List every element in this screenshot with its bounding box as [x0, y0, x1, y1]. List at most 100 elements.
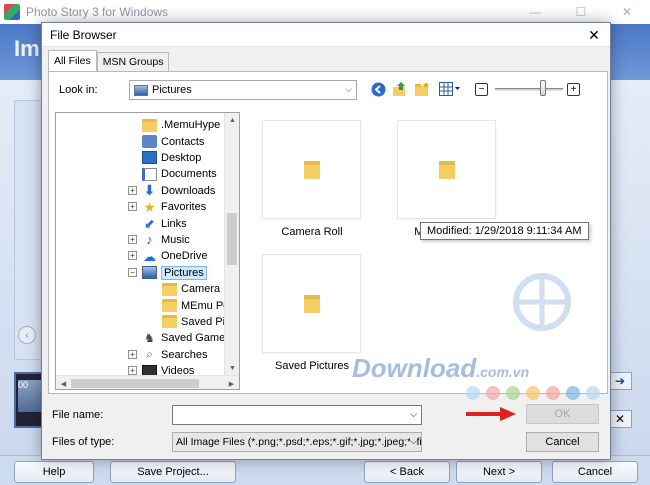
zoom-in-icon[interactable]: +: [567, 83, 580, 96]
folder-icon: [142, 118, 157, 132]
tree-item-searches[interactable]: + ⌕ Searches: [128, 347, 208, 363]
scroll-left-icon[interactable]: ◀: [56, 376, 71, 389]
left-panel: [14, 100, 44, 360]
expand-icon[interactable]: +: [128, 202, 137, 211]
tree-item-music[interactable]: + ♪ Music: [128, 232, 190, 248]
pictures-icon: [142, 266, 157, 280]
watermark-dot: [526, 386, 540, 400]
look-in-value: Pictures: [152, 84, 192, 96]
collapse-icon[interactable]: −: [128, 267, 137, 277]
tree-horizontal-scrollbar[interactable]: ◀ ▶: [56, 375, 239, 389]
next-button[interactable]: Next >: [456, 461, 542, 483]
tree-item-pictures[interactable]: − Pictures: [128, 265, 207, 281]
scroll-up-icon[interactable]: ▲: [225, 113, 239, 127]
tree-item-label: Searches: [161, 348, 208, 361]
chevron-down-icon[interactable]: ⌵: [410, 409, 417, 420]
tree-item-folder[interactable]: Camera F: [162, 281, 230, 297]
cancel-button[interactable]: Cancel: [526, 432, 599, 452]
scroll-down-icon[interactable]: ▼: [225, 361, 239, 375]
tree-item-folder[interactable]: Saved Pic: [162, 314, 231, 330]
close-icon[interactable]: ✕: [604, 0, 650, 24]
tree-item-label: Links: [161, 217, 187, 230]
arrow-right-icon: ➔: [614, 374, 626, 388]
tab-all-files[interactable]: All Files: [48, 50, 97, 71]
zoom-slider-thumb[interactable]: [539, 80, 546, 96]
file-name-input[interactable]: ⌵: [172, 405, 422, 425]
scroll-thumb[interactable]: [71, 379, 199, 388]
file-label[interactable]: Camera Roll: [252, 226, 372, 238]
chevron-down-icon: ⌵: [345, 84, 352, 94]
red-arrow-icon: [466, 407, 516, 421]
view-menu-icon[interactable]: [437, 80, 463, 98]
tree-item-desktop[interactable]: Desktop: [142, 150, 201, 166]
links-icon: ⬋: [144, 216, 155, 232]
move-right-button[interactable]: ➔: [608, 372, 632, 390]
tree-item-onedrive[interactable]: + ☁ OneDrive: [128, 248, 208, 264]
savedgames-icon: ♞: [144, 330, 155, 345]
dialog-title: File Browser: [50, 27, 117, 42]
ok-button[interactable]: OK: [526, 404, 599, 424]
chevron-down-icon: ⌵: [410, 436, 417, 447]
remove-icon: ✕: [614, 412, 626, 426]
tree-item-documents[interactable]: Documents: [142, 166, 217, 182]
folder-icon: [304, 161, 320, 179]
folder-icon: [162, 315, 177, 329]
tree-vertical-scrollbar[interactable]: ▲ ▼: [224, 113, 239, 375]
tree-item-label: Pictures: [161, 265, 207, 280]
music-icon: ♪: [146, 232, 153, 248]
scroll-thumb[interactable]: [227, 213, 237, 265]
modified-tooltip: Modified: 1/29/2018 9:11:34 AM: [420, 222, 589, 240]
watermark-dots: [466, 386, 600, 400]
filmstrip-frame[interactable]: 00: [18, 380, 42, 412]
tree-item-folder[interactable]: .MemuHype: [142, 117, 220, 133]
expand-icon[interactable]: +: [128, 234, 137, 244]
expand-icon[interactable]: +: [128, 349, 137, 359]
tree-item-contacts[interactable]: Contacts: [142, 133, 204, 149]
help-button[interactable]: Help: [14, 461, 94, 483]
save-project-button[interactable]: Save Project...: [110, 461, 236, 483]
app-logo-icon: [4, 4, 20, 20]
new-folder-icon[interactable]: [413, 80, 431, 98]
expand-icon[interactable]: +: [128, 185, 137, 195]
tree-item-label: OneDrive: [161, 250, 208, 263]
dialog-close-icon[interactable]: ✕: [578, 23, 610, 47]
tree-item-links[interactable]: ⬋ Links: [142, 215, 187, 231]
tree-item-label: Saved Games: [161, 332, 231, 345]
folder-thumbnail[interactable]: [262, 254, 361, 353]
favorites-icon: ★: [143, 198, 156, 215]
dialog-titlebar: File Browser: [42, 23, 610, 47]
tree-item-downloads[interactable]: + ⬇ Downloads: [128, 183, 215, 199]
minimize-icon[interactable]: —: [512, 0, 558, 24]
scroll-right-icon[interactable]: ▶: [224, 376, 239, 389]
look-in-dropdown[interactable]: Pictures ⌵: [129, 80, 357, 100]
folder-thumbnail[interactable]: [397, 120, 496, 219]
folder-tree[interactable]: .MemuHype Contacts Desktop Documents + ⬇ Downl…: [55, 112, 240, 390]
folder-icon: [162, 282, 177, 296]
back-button[interactable]: < Back: [364, 461, 450, 483]
watermark-text-main: Download: [352, 353, 477, 383]
remove-button[interactable]: ✕: [608, 410, 632, 428]
up-folder-icon[interactable]: [391, 80, 409, 98]
files-of-type-label: Files of type:: [52, 436, 115, 448]
watermark-dot: [546, 386, 560, 400]
watermark-dot: [506, 386, 520, 400]
scroll-left-icon[interactable]: ‹: [18, 326, 36, 344]
tree-item-savedgames[interactable]: ♞ Saved Games: [142, 330, 231, 346]
documents-icon: [142, 167, 157, 181]
tree-item-label: MEmu Pł: [181, 299, 226, 312]
expand-icon[interactable]: +: [128, 251, 137, 261]
tree-item-favorites[interactable]: + ★ Favorites: [128, 198, 206, 215]
watermark-dot: [566, 386, 580, 400]
folder-thumbnail[interactable]: [262, 120, 361, 219]
watermark-dot: [586, 386, 600, 400]
tab-msn-groups[interactable]: MSN Groups: [96, 52, 170, 71]
maximize-icon[interactable]: ☐: [558, 0, 604, 24]
zoom-out-icon[interactable]: −: [475, 83, 488, 96]
files-of-type-select[interactable]: All Image Files (*.png;*.psd;*.eps;*.gif…: [172, 432, 422, 452]
tree-item-folder[interactable]: MEmu Pł: [162, 297, 226, 313]
expand-icon[interactable]: +: [128, 366, 137, 375]
back-nav-icon[interactable]: [369, 80, 387, 98]
window-controls: — ☐ ✕: [512, 0, 650, 24]
zoom-slider-track[interactable]: [495, 88, 563, 91]
app-cancel-button[interactable]: Cancel: [552, 461, 638, 483]
